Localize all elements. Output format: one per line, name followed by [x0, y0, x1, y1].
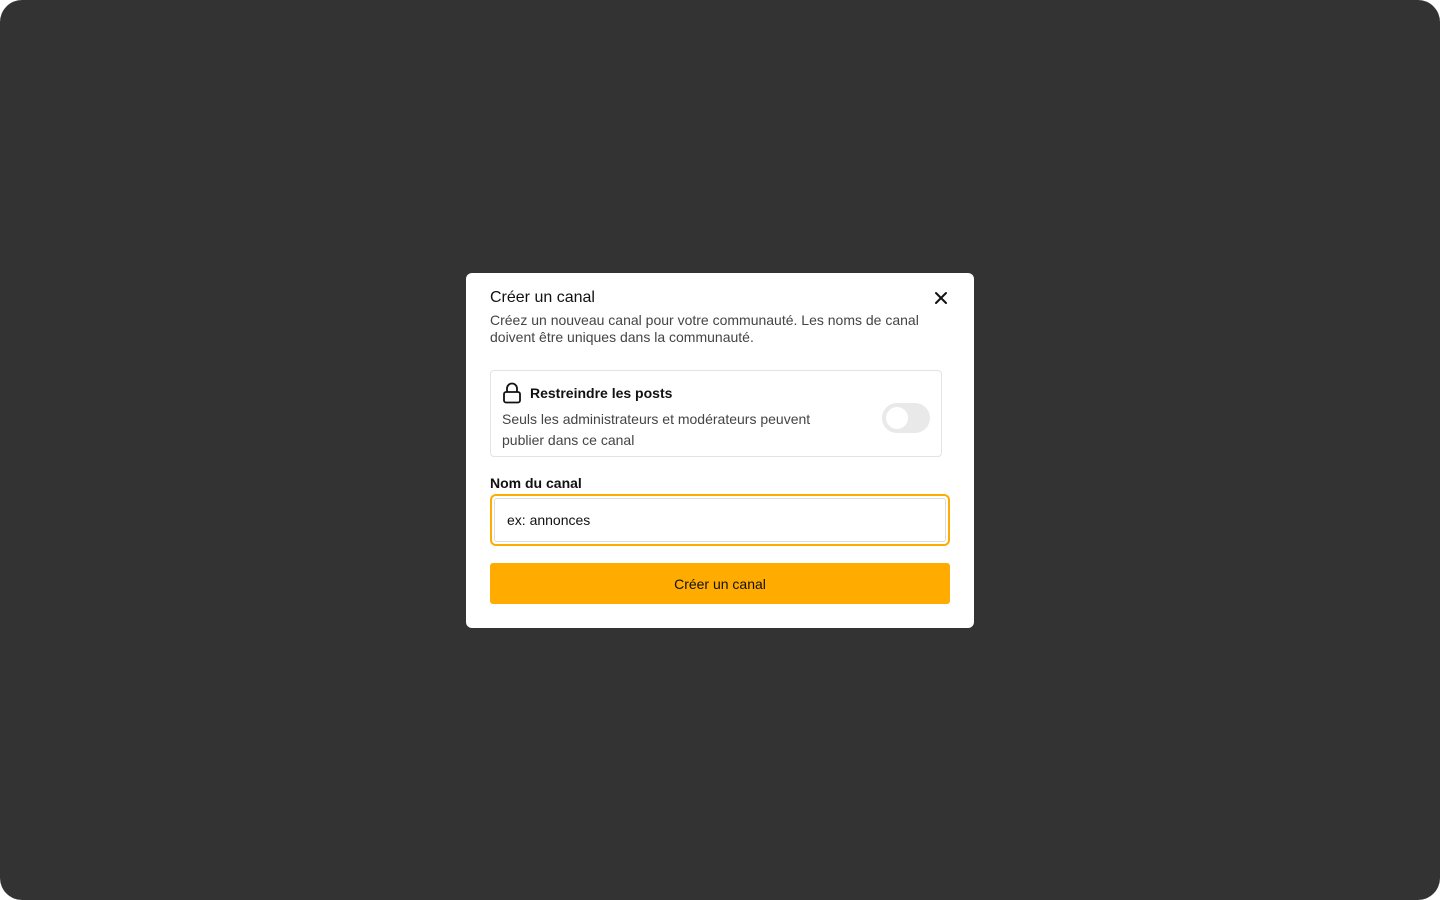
lock-icon — [502, 382, 522, 404]
restrict-posts-description: Seuls les administrateurs et modérateurs… — [502, 411, 811, 448]
channel-name-label: Nom du canal — [490, 475, 582, 491]
dialog-title: Créer un canal — [490, 289, 595, 306]
create-channel-button[interactable]: Créer un canal — [490, 563, 950, 604]
close-button[interactable] — [932, 289, 950, 307]
toggle-knob — [886, 407, 908, 429]
restrict-posts-card: Restreindre les posts Seuls les administ… — [490, 370, 942, 457]
channel-name-field-focus-ring — [490, 494, 950, 546]
create-channel-dialog: Créer un canal Créez un nouveau canal po… — [466, 273, 974, 628]
dialog-description: Créez un nouveau canal pour votre commun… — [490, 312, 919, 345]
channel-name-input[interactable] — [494, 498, 946, 542]
restrict-posts-toggle[interactable] — [882, 403, 930, 433]
restrict-posts-title: Restreindre les posts — [530, 385, 673, 401]
close-icon — [935, 292, 947, 304]
